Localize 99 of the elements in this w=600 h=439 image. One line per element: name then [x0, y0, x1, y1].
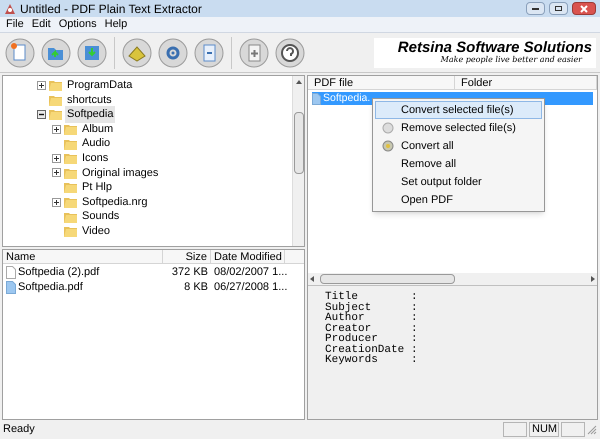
menu-item[interactable]: Set output folder: [375, 173, 542, 191]
folder-icon: [64, 210, 77, 223]
settings-icon: [158, 38, 188, 68]
separator: :: [411, 313, 418, 324]
folder-icon: [64, 166, 77, 179]
menu-item[interactable]: Edit: [28, 16, 55, 33]
file-icon: [312, 92, 321, 104]
menu-item[interactable]: Open PDF: [375, 191, 542, 209]
folder-icon: [49, 79, 62, 92]
close-button[interactable]: [572, 2, 596, 15]
window-title: Untitled - PDF Plain Text Extractor: [20, 0, 202, 18]
disc-icon: [382, 140, 394, 152]
info-label: Creator: [325, 324, 372, 334]
status-text: Ready: [3, 422, 35, 438]
info-label: Title: [325, 292, 358, 302]
close-icon: [580, 4, 588, 12]
info-label: Producer: [325, 334, 378, 344]
expand-icon[interactable]: [52, 198, 61, 207]
separator: :: [411, 344, 418, 355]
status-panel: [561, 422, 585, 437]
scrollbar-thumb[interactable]: [294, 112, 304, 174]
column-header[interactable]: Date Modified: [211, 250, 285, 263]
scroll-left-icon[interactable]: [310, 276, 314, 282]
folder-icon: [64, 138, 77, 150]
menu-item[interactable]: Convert selected file(s): [375, 101, 542, 119]
logo-slogan: Make people live better and easier: [440, 55, 584, 65]
file-date: 08/02/2007 1...: [213, 265, 285, 280]
column-header[interactable]: Folder: [455, 76, 597, 89]
separator: :: [411, 324, 418, 334]
folder-icon: [49, 108, 62, 120]
open-folder-icon: [41, 38, 71, 68]
collapse-icon[interactable]: [37, 110, 46, 119]
new-file-icon: [5, 38, 35, 68]
menu-item[interactable]: Help: [100, 16, 132, 33]
remove-icon: [194, 38, 224, 68]
tree-item[interactable]: ProgramData: [65, 77, 134, 94]
separator: :: [411, 302, 418, 313]
add-icon: [239, 38, 269, 68]
info-label: CreationDate: [325, 344, 406, 355]
tree-item[interactable]: Original images: [80, 164, 160, 182]
save-icon: [77, 38, 107, 68]
menu-item[interactable]: Options: [54, 16, 101, 33]
separator: :: [411, 292, 418, 302]
tree-item[interactable]: Softpedia: [65, 106, 116, 123]
column-header[interactable]: Size: [163, 250, 211, 263]
separator: :: [411, 355, 418, 366]
column-header[interactable]: Name: [3, 250, 163, 263]
toolbar-button[interactable]: [238, 36, 270, 68]
folder-icon: [64, 196, 77, 208]
separator: :: [411, 334, 418, 344]
toolbar-button[interactable]: [4, 36, 36, 68]
scrollbar-thumb[interactable]: [320, 274, 455, 284]
help-icon: [275, 38, 305, 68]
expand-icon[interactable]: [52, 168, 61, 178]
tree-item[interactable]: shortcuts: [65, 92, 114, 108]
folder-icon: [64, 123, 77, 136]
tree-item[interactable]: Softpedia.nrg: [80, 194, 150, 210]
tree-item[interactable]: Sounds: [80, 208, 122, 225]
expand-icon[interactable]: [52, 154, 61, 163]
scroll-right-icon[interactable]: [591, 276, 595, 282]
maximize-button[interactable]: [549, 2, 568, 15]
file-name[interactable]: Softpedia.pdf: [18, 279, 83, 296]
disc-icon: [382, 122, 394, 134]
status-indicator: NUM: [529, 422, 559, 437]
info-label: Author: [325, 313, 365, 324]
scrollbar[interactable]: [292, 76, 304, 246]
column-header[interactable]: PDF file: [308, 76, 455, 89]
horizontal-scrollbar[interactable]: [308, 273, 597, 285]
tree-item[interactable]: Pt Hlp: [80, 179, 114, 196]
tree-item[interactable]: Audio: [80, 135, 112, 152]
tree-item[interactable]: Video: [80, 222, 112, 240]
tree-item[interactable]: Icons: [80, 150, 110, 167]
toolbar-button[interactable]: [157, 36, 189, 68]
folder-icon: [64, 225, 77, 238]
info-label: Subject: [325, 302, 372, 313]
toolbar-button[interactable]: [193, 36, 225, 68]
menu-item[interactable]: Remove all: [375, 155, 542, 173]
file-name: Softpedia.: [323, 90, 370, 106]
folder-icon: [49, 94, 62, 106]
file-size: 8 KB: [183, 280, 209, 296]
status-panel: [503, 422, 527, 437]
info-label: Keywords: [325, 355, 379, 366]
menu-item[interactable]: File: [2, 16, 28, 33]
tree-item[interactable]: Album: [80, 120, 116, 138]
folder-icon: [64, 152, 77, 164]
folder-icon: [64, 181, 77, 194]
app-icon: [4, 2, 16, 14]
expand-icon[interactable]: [52, 124, 61, 134]
file-date: 06/27/2008 1...: [213, 280, 285, 296]
menu-item[interactable]: Remove selected file(s): [375, 119, 542, 137]
resize-grip-icon[interactable]: [587, 424, 597, 434]
logo-name: Retsina Software Solutions: [398, 40, 592, 55]
toolbar-button[interactable]: [274, 36, 306, 68]
file-name[interactable]: Softpedia (2).pdf: [18, 264, 100, 281]
scroll-up-icon[interactable]: [296, 80, 302, 84]
file-size: 372 KB: [170, 265, 209, 280]
expand-icon[interactable]: [37, 80, 46, 90]
minimize-button[interactable]: [526, 2, 545, 15]
menu-item[interactable]: Convert all: [375, 137, 542, 155]
